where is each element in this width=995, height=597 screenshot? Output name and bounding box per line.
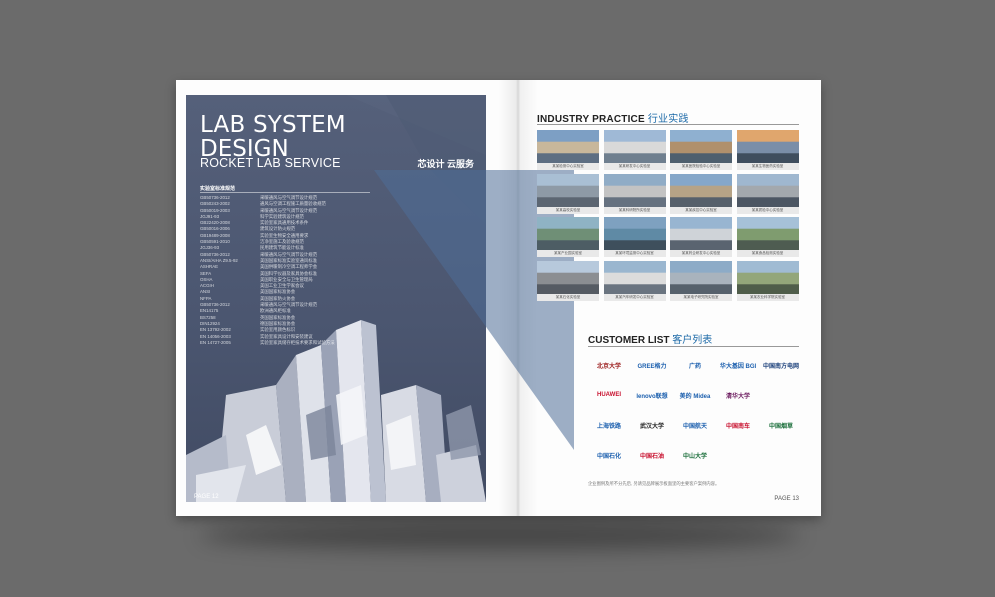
project-photo: [603, 217, 666, 250]
project-caption: 某某科研院所实验室: [603, 206, 666, 214]
project-photo-tile: 某某农业科学院实验室: [736, 260, 799, 301]
right-page: INDUSTRY PRACTICE 行业实践 某某检测中心实验室 某某研发中心实验…: [528, 80, 821, 516]
customer-logo: HUAWEI: [597, 392, 621, 398]
project-caption: 某某研发中心实验室: [603, 163, 666, 170]
standards-divider: [200, 192, 370, 193]
standard-desc: 实验室家具储存柜技术要求和试验方法: [260, 339, 335, 345]
project-caption: 某某环境监测中心实验室: [603, 250, 666, 257]
cover-tagline: 芯设计 云服务: [417, 159, 474, 169]
project-caption: 某某质检中心实验室: [736, 206, 799, 214]
project-caption: 某某药企研发中心实验室: [670, 250, 732, 257]
brochure-spread: LAB SYSTEM DESIGN ROCKET LAB SERVICE 芯设计…: [176, 80, 821, 516]
project-caption: 某某医院检验中心实验室: [670, 163, 732, 170]
project-photo-tile: 某某生物医药实验室: [736, 130, 799, 170]
project-caption: 某某食品检测实验室: [736, 250, 799, 257]
project-photo-tile: 某某质检中心实验室: [736, 173, 799, 214]
cover-title-line1: LAB SYSTEM: [200, 112, 346, 138]
customer-logo: 广药: [688, 363, 701, 370]
customer-list-title: CUSTOMER LIST 客户列表: [588, 331, 712, 346]
project-photo: [537, 173, 599, 207]
project-caption: 某某检测中心实验室: [537, 163, 599, 170]
customer-title-en: CUSTOMER LIST: [588, 335, 670, 346]
customer-logo: lenovo联想: [636, 393, 668, 400]
project-photo: [736, 260, 799, 294]
project-caption: 某某生物医药实验室: [736, 163, 799, 170]
left-page-number: PAGE 12: [194, 494, 219, 500]
customer-title-cn: 客户列表: [672, 335, 713, 346]
customer-logo: 中国南方电网: [762, 363, 799, 370]
project-photo: [670, 173, 732, 207]
project-photo: [603, 173, 666, 207]
cover-subtitle: ROCKET LAB SERVICE: [200, 156, 341, 170]
customer-logo: 美的 Midea: [679, 393, 711, 400]
industry-practice-title: INDUSTRY PRACTICE 行业实践: [537, 110, 689, 125]
customer-logo: 中国烟草: [768, 423, 793, 430]
customer-logo: 中山大学: [682, 453, 707, 460]
standard-code: EN 14727-2005: [200, 339, 231, 345]
standards-heading: 实验室标准规范: [200, 186, 236, 192]
customer-logo: 中国南车: [725, 423, 750, 430]
project-photo: [736, 173, 799, 207]
project-caption: 某某农业科学院实验室: [736, 293, 799, 301]
project-photo: [736, 217, 799, 250]
project-photo-tile: 某某电子研究院实验室: [670, 260, 732, 301]
customer-divider: [588, 346, 799, 347]
industry-divider: [537, 124, 799, 125]
project-photo-tile: 某某研发中心实验室: [603, 130, 666, 170]
customer-logo: 武汉大学: [639, 423, 664, 430]
customer-logo: 清华大学: [725, 393, 750, 400]
standard-row: EN 14727-2005 实验室家具储存柜技术要求和试验方法: [200, 340, 380, 346]
project-photo-tile: 某某产业园实验室: [537, 217, 599, 257]
project-caption: 某某产业园实验室: [537, 250, 599, 257]
customer-logo: 北京大学: [596, 363, 621, 370]
right-page-number: PAGE 13: [774, 496, 799, 502]
project-photo-tile: 某某食品检测实验室: [736, 217, 799, 257]
project-caption: 某某石化实验室: [537, 293, 599, 301]
project-photo: [603, 130, 666, 163]
customer-logo: 上海铁路: [596, 423, 621, 430]
project-photo-tile: 某某疾控中心实验室: [670, 173, 732, 214]
project-photo-tile: 某某高校实验室: [537, 173, 599, 214]
project-photo-tile: 某某汽车研发中心实验室: [603, 260, 666, 301]
customer-logo: 中国航天: [682, 423, 707, 430]
customer-logo: 中国石油: [639, 453, 664, 460]
customer-note: 企业图例及所不分先后, 另请见品牌展示板面里的主要客户案例内容。: [588, 481, 720, 486]
project-photo-tile: 某某检测中心实验室: [537, 130, 599, 170]
project-photo-tile: 某某药企研发中心实验室: [670, 217, 732, 257]
customer-logo: GREE格力: [637, 363, 667, 370]
project-photo: [670, 260, 732, 294]
project-caption: 某某疾控中心实验室: [670, 206, 732, 214]
project-photo: [537, 130, 599, 163]
project-photo: [670, 217, 732, 250]
customer-logo: 中国石化: [596, 453, 621, 460]
project-photo: [736, 130, 799, 163]
project-caption: 某某高校实验室: [537, 206, 599, 214]
project-photo-tile: 某某石化实验室: [537, 260, 599, 301]
project-photo-tile: 某某科研院所实验室: [603, 173, 666, 214]
project-photo: [537, 217, 599, 250]
project-photo: [537, 260, 599, 294]
project-photo: [670, 130, 732, 163]
project-photo-tile: 某某医院检验中心实验室: [670, 130, 732, 170]
project-caption: 某某汽车研发中心实验室: [603, 293, 666, 301]
book-shadow: [200, 520, 800, 550]
project-photo: [603, 260, 666, 294]
customer-logo: 华大基因 BGI: [719, 363, 757, 370]
project-photo-tile: 某某环境监测中心实验室: [603, 217, 666, 257]
standards-list: GB50736-2012 采暖通风与空气调节设计规范 GB50243-2002 通风与…: [200, 195, 380, 346]
project-caption: 某某电子研究院实验室: [670, 293, 732, 301]
